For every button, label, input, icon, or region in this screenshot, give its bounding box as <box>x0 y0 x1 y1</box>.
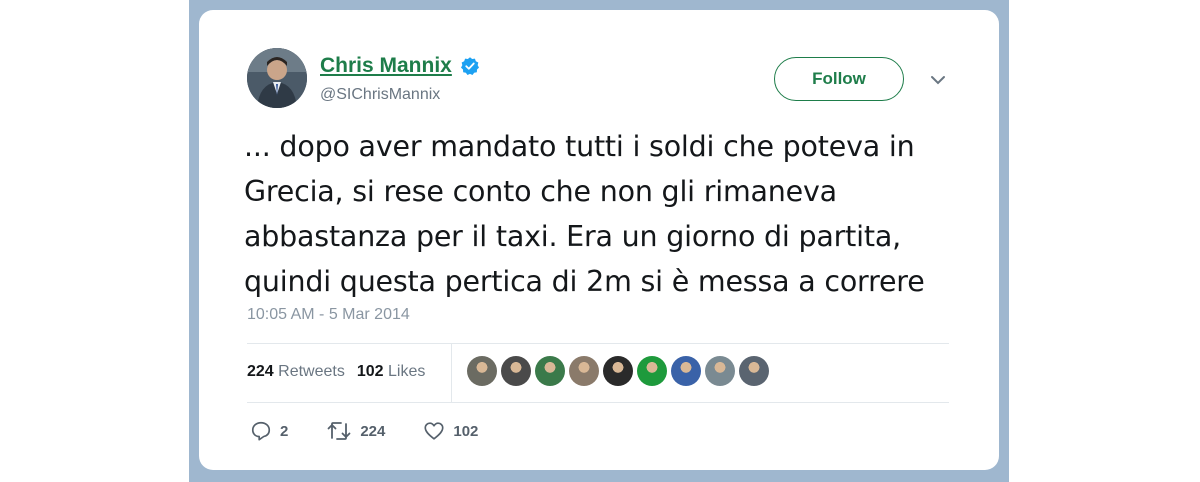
likes-label: Likes <box>388 363 426 380</box>
retweets-stat[interactable]: 224 Retweets <box>247 363 345 381</box>
action-bar: 2 224 102 <box>250 420 516 442</box>
divider <box>247 343 949 344</box>
tweet-line: quindi questa pertica di 2m si è messa a… <box>244 265 925 298</box>
tweet-timestamp[interactable]: 10:05 AM - 5 Mar 2014 <box>247 306 410 324</box>
follow-button[interactable]: Follow <box>774 57 904 101</box>
liker-avatar[interactable] <box>535 356 565 386</box>
tweet-line: Grecia, si rese conto che non gli rimane… <box>244 175 837 208</box>
engagement-stats: 224 Retweets 102 Likes <box>247 363 425 381</box>
user-handle[interactable]: @SIChrisMannix <box>320 86 440 104</box>
liker-avatar[interactable] <box>603 356 633 386</box>
liker-avatar[interactable] <box>671 356 701 386</box>
retweets-count: 224 <box>247 363 274 380</box>
tweet-text: ... dopo aver mandato tutti i soldi che … <box>244 124 974 304</box>
like-button[interactable]: 102 <box>423 420 478 442</box>
liker-avatar[interactable] <box>637 356 667 386</box>
heart-icon <box>424 422 444 440</box>
retweet-button[interactable]: 224 <box>326 420 385 442</box>
verified-badge-icon <box>460 57 479 75</box>
retweet-icon <box>327 422 351 440</box>
user-name[interactable]: Chris Mannix <box>320 54 452 78</box>
divider <box>451 344 452 402</box>
reply-button[interactable]: 2 <box>250 420 288 442</box>
chevron-down-icon[interactable] <box>929 74 947 86</box>
reply-count: 2 <box>280 422 289 440</box>
liker-avatar[interactable] <box>705 356 735 386</box>
retweet-count: 224 <box>360 422 386 440</box>
likes-stat[interactable]: 102 Likes <box>357 363 426 381</box>
reply-icon <box>251 421 271 441</box>
likes-count: 102 <box>356 363 384 380</box>
divider <box>247 402 949 403</box>
avatar[interactable] <box>247 48 307 108</box>
retweets-label: Retweets <box>278 363 345 380</box>
like-count: 102 <box>453 422 479 440</box>
tweet-line: abbastanza per il taxi. Era un giorno di… <box>244 220 901 253</box>
liker-avatars <box>467 356 769 386</box>
liker-avatar[interactable] <box>501 356 531 386</box>
liker-avatar[interactable] <box>569 356 599 386</box>
liker-avatar[interactable] <box>467 356 497 386</box>
tweet-line: ... dopo aver mandato tutti i soldi che … <box>244 130 915 163</box>
liker-avatar[interactable] <box>739 356 769 386</box>
